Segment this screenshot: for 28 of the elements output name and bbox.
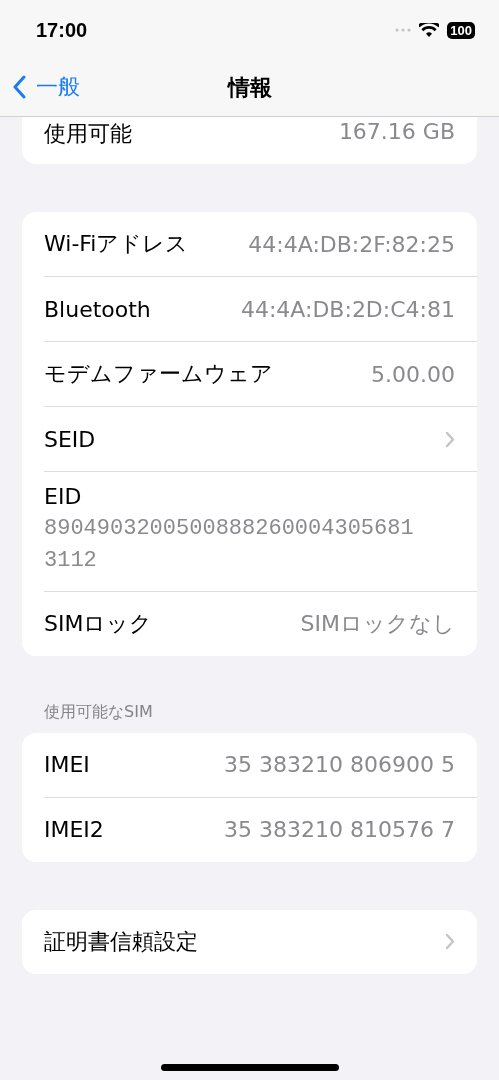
- row-label: IMEI2: [44, 817, 104, 843]
- chevron-left-icon: [12, 75, 26, 99]
- row-value: SIMロックなし: [300, 609, 455, 638]
- battery-indicator: 100: [447, 21, 475, 39]
- row-value: 44:4A:DB:2D:C4:81: [240, 296, 455, 322]
- row-value: 89049032005008882600043056813112: [44, 515, 414, 575]
- row-label: Bluetooth: [44, 296, 151, 322]
- chevron-right-icon: [445, 430, 455, 448]
- row-value: 167.16 GB: [338, 119, 455, 144]
- signal-dots-icon: [395, 28, 412, 32]
- row-value: 35 383210 810576 7: [224, 817, 455, 843]
- nav-title: 情報: [227, 74, 272, 102]
- row-value: 5.00.00: [371, 361, 455, 387]
- back-button[interactable]: 一般: [12, 72, 80, 102]
- row-value: 44:4A:DB:2F:82:25: [248, 231, 455, 257]
- row-label: SIMロック: [44, 609, 153, 638]
- row-label: Wi-Fiアドレス: [44, 230, 189, 258]
- row-label: モデムファームウェア: [44, 360, 273, 388]
- settings-row[interactable]: 証明書信頼設定: [44, 909, 477, 974]
- settings-row[interactable]: SEID: [44, 407, 477, 471]
- wifi-icon: [419, 22, 440, 38]
- row-label: EID: [44, 484, 82, 509]
- row-value: 35 383210 806900 5: [224, 752, 455, 778]
- section-header: 使用可能なSIM: [43, 700, 154, 723]
- row-label: IMEI: [44, 752, 90, 778]
- status-time: 17:00: [36, 18, 88, 42]
- row-label: 使用可能: [44, 120, 132, 148]
- chevron-right-icon: [445, 933, 455, 951]
